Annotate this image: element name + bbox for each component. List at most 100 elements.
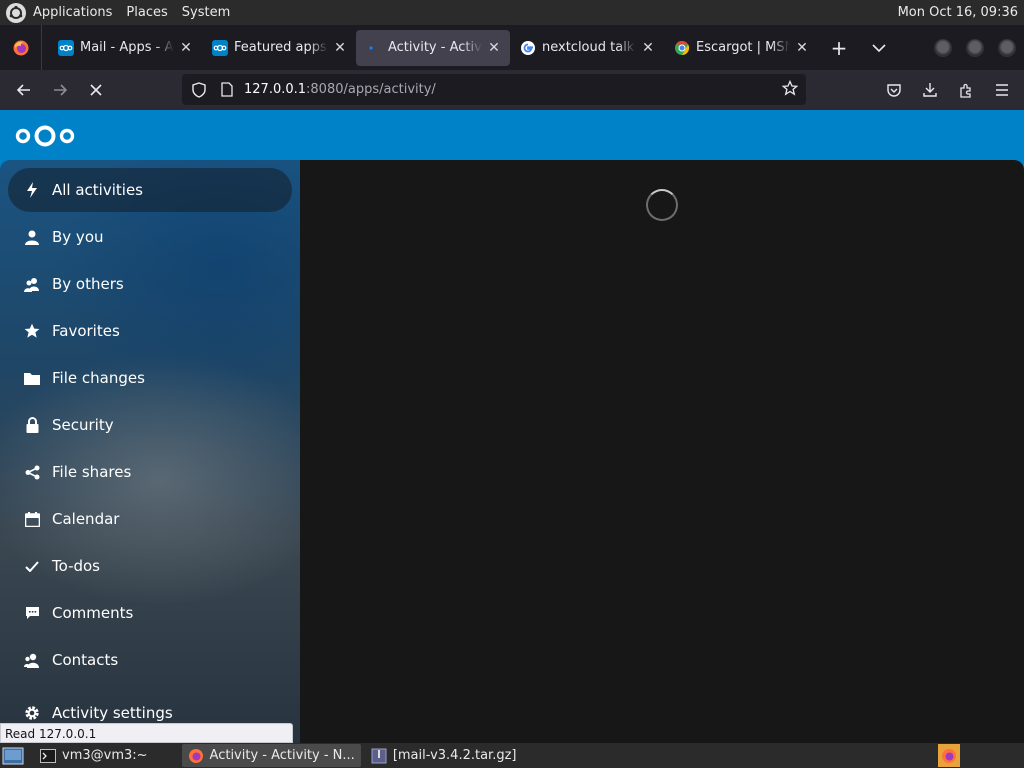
chrome-icon [674,40,690,56]
tab-mail[interactable]: Mail - Apps - Ap ✕ [48,30,202,66]
nextcloud-content: All activities By you By others Favorite… [0,160,1024,743]
share-icon [18,465,46,480]
status-text: Read 127.0.0.1 [0,723,293,743]
navigation-toolbar: 127.0.0.1:8080/apps/activity/ [0,70,1024,110]
url-host: 127.0.0.1 [244,82,307,97]
sidebar-item-security[interactable]: Security [8,403,292,447]
taskbar-item-label: vm3@vm3:~ [62,748,148,763]
hamburger-menu-icon[interactable] [986,74,1018,106]
tab-activity[interactable]: Activity - Activity ✕ [356,29,510,66]
tab-title: Escargot | MSN [696,40,790,55]
nextcloud-icon [58,39,74,56]
page-info-icon[interactable] [218,82,236,97]
tab-strip: Mail - Apps - Ap ✕ Featured apps - ✕ Act… [0,25,1024,70]
sidebar-item-to-dos[interactable]: To-dos [8,544,292,588]
nextcloud-logo-icon[interactable] [14,123,76,149]
url-bar[interactable]: 127.0.0.1:8080/apps/activity/ [182,74,806,105]
checkmark-icon [18,560,46,572]
taskbar-item-label: [mail-v3.4.2.tar.gz] [392,748,517,763]
list-all-tabs-button[interactable] [864,33,894,63]
sidebar-item-label: Contacts [52,651,119,669]
star-icon [18,323,46,339]
lock-icon [18,417,46,433]
sidebar-item-file-changes[interactable]: File changes [8,356,292,400]
taskbar-item-firefox[interactable]: Activity - Activity - N... [181,744,361,767]
activity-main-content [300,160,1024,743]
sidebar-item-favorites[interactable]: Favorites [8,309,292,353]
url-path: :8080/apps/activity/ [306,82,436,97]
sidebar-item-file-shares[interactable]: File shares [8,450,292,494]
tab-title: Activity - Activity [388,40,482,55]
sidebar-item-comments[interactable]: Comments [8,591,292,635]
close-tab-icon[interactable]: ✕ [178,40,194,56]
close-window-button[interactable] [998,38,1016,57]
forward-button[interactable] [44,74,76,106]
stop-loading-button[interactable] [80,74,112,106]
nextcloud-icon [212,39,228,56]
tab-title: Mail - Apps - Ap [80,40,174,55]
sidebar-item-label: File changes [52,369,145,387]
loading-dot-icon [366,40,382,56]
loading-spinner-icon [646,189,678,221]
bookmark-star-icon[interactable] [781,79,799,100]
minimize-window-button[interactable] [934,38,952,57]
sidebar-item-label: All activities [52,181,143,199]
close-tab-icon[interactable]: ✕ [486,40,502,56]
sidebar-item-label: Comments [52,604,134,622]
sidebar-item-label: To-dos [52,557,100,575]
sidebar-item-calendar[interactable]: Calendar [8,497,292,541]
bottom-taskbar: vm3@vm3:~ Activity - Activity - N... [ma… [0,743,1024,768]
sidebar-item-label: Security [52,416,114,434]
google-icon [520,40,536,56]
tab-title: nextcloud talk d [542,40,636,55]
archive-icon [371,748,387,764]
applications-menu[interactable]: Applications [33,5,112,20]
clock[interactable]: Mon Oct 16, 09:36 [898,5,1018,20]
sidebar-item-label: Calendar [52,510,120,528]
pocket-icon[interactable] [878,74,910,106]
maximize-window-button[interactable] [966,38,984,57]
extensions-icon[interactable] [950,74,982,106]
tab-featured-apps[interactable]: Featured apps - ✕ [202,30,356,66]
url-text: 127.0.0.1:8080/apps/activity/ [244,82,436,97]
sidebar-item-label: File shares [52,463,132,481]
tray-firefox-icon[interactable] [938,744,960,767]
people-icon [18,277,46,292]
downloads-icon[interactable] [914,74,946,106]
tracking-protection-shield-icon[interactable] [190,81,208,98]
calendar-icon [18,511,46,527]
top-panel: Applications Places System Mon Oct 16, 0… [0,0,1024,25]
back-button[interactable] [8,74,40,106]
taskbar-item-archive[interactable]: [mail-v3.4.2.tar.gz] [365,744,523,767]
comment-icon [18,606,46,620]
system-menu[interactable]: System [182,5,230,20]
sidebar-item-label: Activity settings [52,704,173,722]
close-tab-icon[interactable]: ✕ [640,40,656,56]
tab-escargot[interactable]: Escargot | MSN ✕ [664,30,818,66]
sidebar-item-by-you[interactable]: By you [8,215,292,259]
taskbar-item-terminal[interactable]: vm3@vm3:~ [34,744,154,767]
tab-title: Featured apps - [234,40,328,55]
close-tab-icon[interactable]: ✕ [794,40,810,56]
close-tab-icon[interactable]: ✕ [332,40,348,56]
folder-icon [18,372,46,385]
nextcloud-header [0,110,1024,160]
terminal-icon [40,748,56,764]
sidebar-item-label: Favorites [52,322,120,340]
firefox-icon [188,748,204,764]
show-desktop-icon[interactable] [0,744,26,767]
firefox-view-icon[interactable] [0,25,42,70]
tab-nextcloud-talk[interactable]: nextcloud talk d ✕ [510,30,664,66]
ubuntu-logo-icon[interactable] [6,2,26,23]
new-tab-button[interactable]: + [824,33,854,63]
gear-icon [18,705,46,721]
lightning-icon [18,182,46,198]
sidebar-item-by-others[interactable]: By others [8,262,292,306]
places-menu[interactable]: Places [126,5,167,20]
activity-sidebar: All activities By you By others Favorite… [0,160,300,743]
sidebar-item-all-activities[interactable]: All activities [8,168,292,212]
sidebar-item-contacts[interactable]: Contacts [8,638,292,682]
sidebar-item-label: By others [52,275,124,293]
taskbar-item-label: Activity - Activity - N... [209,748,355,763]
person-icon [18,230,46,245]
